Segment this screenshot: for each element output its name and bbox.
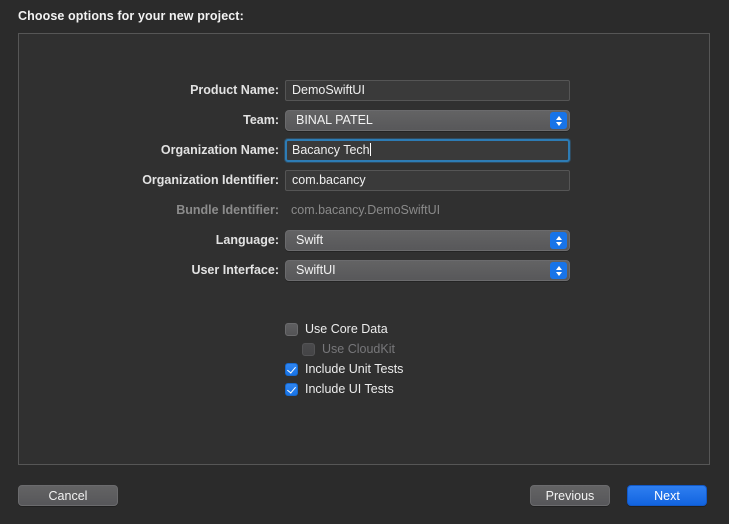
previous-button[interactable]: Previous [530,485,610,506]
text-input[interactable]: com.bacancy [285,169,570,191]
form-row: Organization Name: Bacancy Tech [0,135,729,165]
form-row: Organization Identifier: com.bacancy [0,165,729,195]
chevron-updown-icon[interactable] [550,262,567,279]
popup-button[interactable]: Swift [285,229,570,251]
field-label: Bundle Identifier: [176,203,279,217]
popup-selected-value: SwiftUI [296,263,336,277]
field-label: Organization Name: [160,143,279,157]
field-control: Bacancy Tech [285,138,570,162]
dialog-button-bar: Cancel Previous Next [0,485,729,507]
popup-button[interactable]: SwiftUI [285,259,570,281]
checkmark-icon [287,363,296,374]
field-control: BINAL PATEL [285,109,570,131]
field-control: Swift [285,229,570,251]
checkbox-label: Include UI Tests [305,382,394,396]
checkbox-unchecked-icon[interactable] [285,322,298,336]
field-control: SwiftUI [285,259,570,281]
field-label: User Interface: [191,263,279,277]
field-label: Product Name: [190,83,279,97]
text-input-value: Bacancy Tech [292,142,370,157]
chevron-updown-icon[interactable] [550,112,567,129]
field-control: com.bacancy [285,169,570,191]
field-label: Language: [215,233,279,247]
text-input[interactable]: DemoSwiftUI [285,79,570,101]
text-input-value: com.bacancy [292,172,366,187]
checkbox-row[interactable]: Include Unit Tests [0,359,729,379]
popup-selected-value: Swift [296,233,324,247]
checkbox-checked-icon[interactable] [285,362,298,376]
next-button[interactable]: Next [627,485,707,506]
checkbox-label: Use CloudKit [322,342,395,356]
checkbox-row[interactable]: Include UI Tests [0,379,729,399]
form-row: User Interface: SwiftUI [0,255,729,285]
field-label: Team: [243,113,279,127]
checkbox-row[interactable]: Use Core Data [0,319,729,339]
field-control: DemoSwiftUI [285,79,570,101]
page-title: Choose options for your new project: [18,9,244,23]
text-input-value: DemoSwiftUI [292,82,365,97]
project-options-checkboxes: Use Core Data Use CloudKit Include Unit Te… [0,319,729,399]
form-row: Language: Swift [0,225,729,255]
form-row: Team: BINAL PATEL [0,105,729,135]
field-label: Organization Identifier: [142,173,279,187]
project-options-form: Product Name: DemoSwiftUI Team: BINAL PATEL… [0,75,729,285]
checkbox-label: Include Unit Tests [305,362,404,376]
popup-selected-value: BINAL PATEL [296,113,373,127]
checkmark-icon [287,383,296,394]
chevron-updown-icon[interactable] [550,232,567,249]
checkbox-label: Use Core Data [305,322,388,336]
text-input[interactable]: Bacancy Tech [285,138,570,162]
checkbox-unchecked-icon [302,342,315,356]
checkbox-row: Use CloudKit [0,339,729,359]
form-row: Bundle Identifier: com.bacancy.DemoSwiftU… [0,195,729,225]
text-caret [369,142,371,156]
cancel-button[interactable]: Cancel [18,485,118,506]
checkbox-checked-icon[interactable] [285,382,298,396]
popup-button[interactable]: BINAL PATEL [285,109,570,131]
field-control: com.bacancy.DemoSwiftUI [285,200,570,221]
readonly-value: com.bacancy.DemoSwiftUI [291,202,441,217]
form-row: Product Name: DemoSwiftUI [0,75,729,105]
